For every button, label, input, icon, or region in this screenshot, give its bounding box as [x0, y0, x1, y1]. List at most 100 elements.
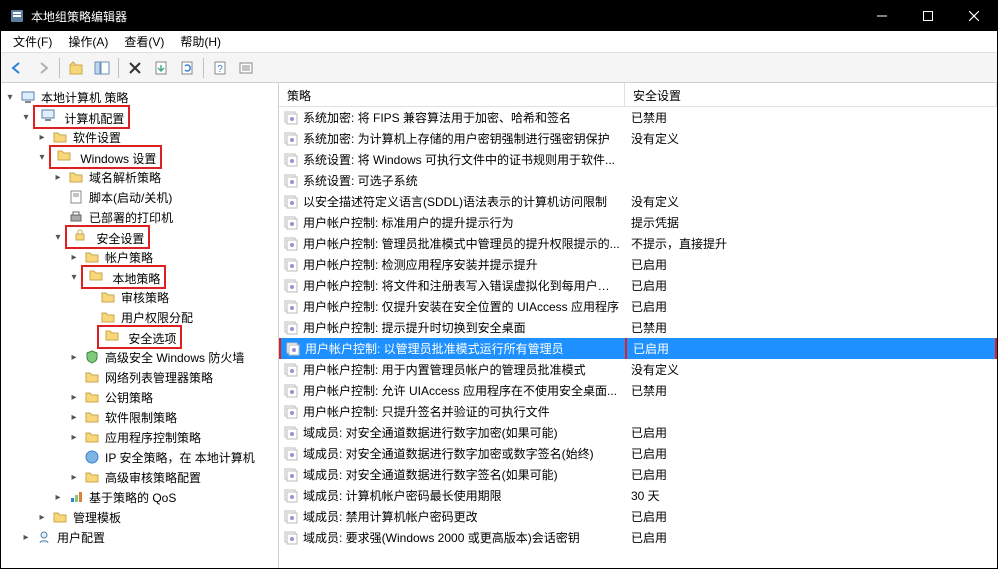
policy-setting: 没有定义	[625, 361, 997, 378]
list-row[interactable]: 域成员: 对安全通道数据进行数字加密或数字签名(始终)已启用	[279, 443, 997, 464]
policy-icon	[279, 193, 303, 209]
forward-button[interactable]	[31, 56, 55, 80]
menu-file[interactable]: 文件(F)	[5, 31, 60, 52]
expand-icon[interactable]: ▸	[19, 530, 33, 544]
up-button[interactable]	[64, 56, 88, 80]
expand-icon[interactable]: ▸	[51, 170, 65, 184]
tree-ip-security[interactable]: ▸ IP 安全策略，在 本地计算机	[3, 447, 276, 467]
menu-action[interactable]: 操作(A)	[60, 31, 116, 52]
expand-icon[interactable]: ▾	[35, 150, 49, 164]
expand-icon[interactable]: ▾	[51, 230, 65, 244]
expand-icon[interactable]: ▸	[67, 350, 81, 364]
expand-icon[interactable]: ▸	[67, 470, 81, 484]
tree-admin-templates[interactable]: ▸ 管理模板	[3, 507, 276, 527]
policy-name: 用户帐户控制: 将文件和注册表写入错误虚拟化到每用户位置	[303, 277, 625, 294]
chart-icon	[68, 489, 84, 505]
policy-name: 系统设置: 可选子系统	[303, 172, 625, 189]
list-row[interactable]: 用户帐户控制: 用于内置管理员帐户的管理员批准模式没有定义	[279, 359, 997, 380]
tree-nlm-policy[interactable]: ▸ 网络列表管理器策略	[3, 367, 276, 387]
policy-name: 用户帐户控制: 检测应用程序安装并提示提升	[303, 256, 625, 273]
list-row[interactable]: 以安全描述符定义语言(SDDL)语法表示的计算机访问限制没有定义	[279, 191, 997, 212]
tree-app-control[interactable]: ▸ 应用程序控制策略	[3, 427, 276, 447]
tree-firewall[interactable]: ▸ 高级安全 Windows 防火墙	[3, 347, 276, 367]
menu-help[interactable]: 帮助(H)	[172, 31, 229, 52]
policy-name: 域成员: 要求强(Windows 2000 或更高版本)会话密钥	[303, 529, 625, 546]
expand-icon[interactable]: ▸	[35, 130, 49, 144]
tree-software-settings[interactable]: ▸ 软件设置	[3, 127, 276, 147]
list-row[interactable]: 域成员: 计算机帐户密码最长使用期限30 天	[279, 485, 997, 506]
maximize-button[interactable]	[905, 1, 951, 31]
list-row[interactable]: 系统加密: 为计算机上存储的用户密钥强制进行强密钥保护没有定义	[279, 128, 997, 149]
expand-icon[interactable]: ▸	[67, 430, 81, 444]
list-row[interactable]: 用户帐户控制: 管理员批准模式中管理员的提升权限提示的...不提示，直接提升	[279, 233, 997, 254]
list-row[interactable]: 用户帐户控制: 检测应用程序安装并提示提升已启用	[279, 254, 997, 275]
policy-icon	[279, 214, 303, 230]
tree-dns-policy[interactable]: ▸ 域名解析策略	[3, 167, 276, 187]
tree-security-settings[interactable]: ▾ 安全设置	[3, 227, 276, 247]
expand-icon[interactable]: ▾	[67, 270, 81, 284]
tree-local-policy[interactable]: ▾ 本地策略	[3, 267, 276, 287]
expand-icon[interactable]: ▸	[35, 510, 49, 524]
tree-account-policy[interactable]: ▸ 帐户策略	[3, 247, 276, 267]
list-row[interactable]: 域成员: 要求强(Windows 2000 或更高版本)会话密钥已启用	[279, 527, 997, 548]
delete-button[interactable]	[123, 56, 147, 80]
tree-printers[interactable]: ▸ 已部署的打印机	[3, 207, 276, 227]
help-button[interactable]: ?	[208, 56, 232, 80]
refresh-button[interactable]	[175, 56, 199, 80]
folder-icon	[68, 169, 84, 185]
menu-view[interactable]: 查看(V)	[116, 31, 172, 52]
tree-qos[interactable]: ▸ 基于策略的 QoS	[3, 487, 276, 507]
policy-setting: 已启用	[625, 445, 997, 462]
tree-public-key[interactable]: ▸ 公钥策略	[3, 387, 276, 407]
tree-windows-settings[interactable]: ▾ Windows 设置	[3, 147, 276, 167]
list-row[interactable]: 用户帐户控制: 仅提升安装在安全位置的 UIAccess 应用程序已启用	[279, 296, 997, 317]
tree-advanced-audit[interactable]: ▸ 高级审核策略配置	[3, 467, 276, 487]
expand-icon[interactable]: ▸	[51, 490, 65, 504]
list-row[interactable]: 系统加密: 将 FIPS 兼容算法用于加密、哈希和签名已禁用	[279, 107, 997, 128]
tree-security-options[interactable]: ▸ 安全选项	[3, 327, 276, 347]
export-button[interactable]	[149, 56, 173, 80]
minimize-button[interactable]	[859, 1, 905, 31]
list-row[interactable]: 域成员: 对安全通道数据进行数字签名(如果可能)已启用	[279, 464, 997, 485]
close-button[interactable]	[951, 1, 997, 31]
list-pane[interactable]: 策略 安全设置 系统加密: 将 FIPS 兼容算法用于加密、哈希和签名已禁用系统…	[279, 83, 997, 568]
tree-audit-policy[interactable]: ▸ 审核策略	[3, 287, 276, 307]
expand-icon[interactable]: ▸	[67, 410, 81, 424]
tree-software-restriction[interactable]: ▸ 软件限制策略	[3, 407, 276, 427]
policy-name: 用户帐户控制: 允许 UIAccess 应用程序在不使用安全桌面...	[303, 382, 625, 399]
expand-icon[interactable]: ▸	[67, 390, 81, 404]
policy-name: 用户帐户控制: 提示提升时切换到安全桌面	[303, 319, 625, 336]
list-row[interactable]: 用户帐户控制: 提示提升时切换到安全桌面已禁用	[279, 317, 997, 338]
list-row[interactable]: 域成员: 禁用计算机帐户密码更改已启用	[279, 506, 997, 527]
list-row[interactable]: 系统设置: 将 Windows 可执行文件中的证书规则用于软件...	[279, 149, 997, 170]
policy-icon	[281, 340, 305, 356]
policy-setting: 已禁用	[625, 109, 997, 126]
list-row[interactable]: 用户帐户控制: 以管理员批准模式运行所有管理员	[281, 338, 627, 359]
list-row[interactable]: 系统设置: 可选子系统	[279, 170, 997, 191]
policy-icon	[279, 382, 303, 398]
folder-icon	[52, 129, 68, 145]
computer-icon	[20, 89, 36, 105]
policy-setting: 已启用	[625, 424, 997, 441]
tree-user-rights[interactable]: ▸ 用户权限分配	[3, 307, 276, 327]
expand-icon[interactable]: ▸	[67, 250, 81, 264]
tree-computer-config[interactable]: ▾ 计算机配置	[3, 107, 276, 127]
tree-scripts[interactable]: ▸ 脚本(启动/关机)	[3, 187, 276, 207]
list-row[interactable]: 已启用	[627, 338, 995, 359]
column-setting[interactable]: 安全设置	[625, 83, 997, 106]
show-hide-tree-button[interactable]	[90, 56, 114, 80]
list-row[interactable]: 用户帐户控制: 只提升签名并验证的可执行文件	[279, 401, 997, 422]
tree-root[interactable]: ▾ 本地计算机 策略	[3, 87, 276, 107]
expand-icon[interactable]: ▾	[3, 90, 17, 104]
list-row[interactable]: 用户帐户控制: 允许 UIAccess 应用程序在不使用安全桌面...已禁用	[279, 380, 997, 401]
tree-user-config[interactable]: ▸ 用户配置	[3, 527, 276, 547]
policy-icon	[279, 298, 303, 314]
list-row[interactable]: 域成员: 对安全通道数据进行数字加密(如果可能)已启用	[279, 422, 997, 443]
back-button[interactable]	[5, 56, 29, 80]
expand-icon[interactable]: ▾	[19, 110, 33, 124]
list-row[interactable]: 用户帐户控制: 将文件和注册表写入错误虚拟化到每用户位置已启用	[279, 275, 997, 296]
properties-button[interactable]	[234, 56, 258, 80]
tree-pane[interactable]: ▾ 本地计算机 策略 ▾ 计算机配置 ▸ 软件设置 ▾ Windows 设置 ▸	[1, 83, 279, 568]
list-row[interactable]: 用户帐户控制: 标准用户的提升提示行为提示凭据	[279, 212, 997, 233]
column-policy[interactable]: 策略	[279, 83, 625, 106]
